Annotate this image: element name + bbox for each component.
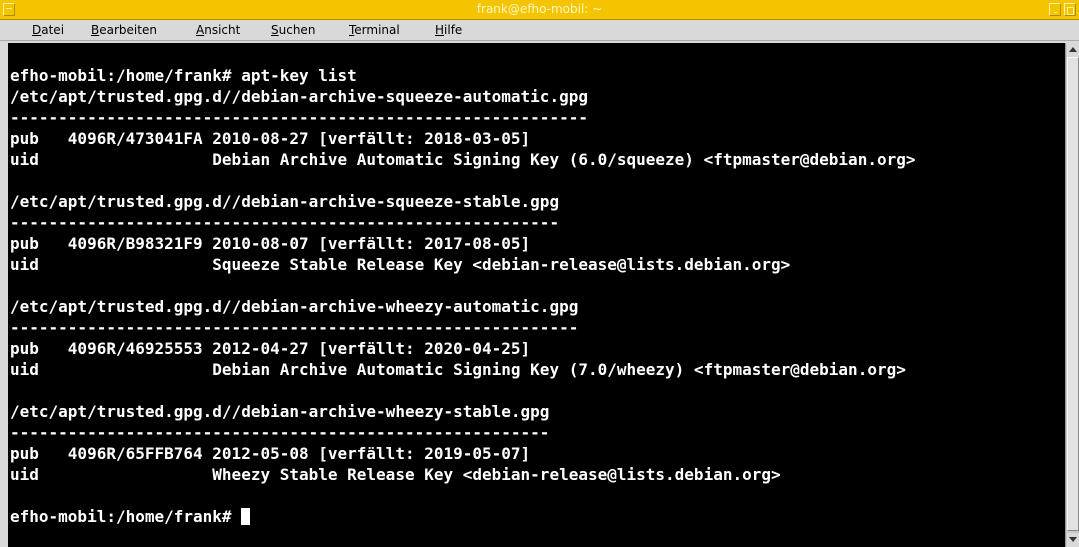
menu-ansicht[interactable]: Ansicht bbox=[196, 23, 240, 37]
maximize-button[interactable] bbox=[1064, 3, 1076, 16]
terminal-line: uid Debian Archive Automatic Signing Key… bbox=[10, 360, 906, 379]
menu-ansicht-mnemonic: A bbox=[196, 23, 205, 37]
terminal-line: uid Debian Archive Automatic Signing Key… bbox=[10, 150, 916, 169]
terminal-line: ----------------------------------------… bbox=[10, 213, 560, 232]
menu-hilfe[interactable]: Hilfe bbox=[435, 23, 462, 37]
minimize-button[interactable] bbox=[1049, 3, 1061, 16]
arrow-down-icon bbox=[1069, 537, 1077, 542]
terminal-line: ----------------------------------------… bbox=[10, 108, 588, 127]
terminal-prompt-line: efho-mobil:/home/frank# bbox=[10, 506, 251, 527]
terminal-prompt: efho-mobil:/home/frank# bbox=[10, 507, 242, 526]
terminal-line: /etc/apt/trusted.gpg.d//debian-archive-w… bbox=[10, 297, 579, 316]
menu-suchen-label: uchen bbox=[278, 23, 316, 37]
maximize-icon bbox=[1067, 7, 1074, 15]
scrollbar-thumb[interactable] bbox=[1067, 57, 1079, 531]
arrow-up-icon bbox=[1069, 47, 1077, 52]
menu-hilfe-mnemonic: H bbox=[435, 23, 445, 37]
terminal-line: /etc/apt/trusted.gpg.d//debian-archive-w… bbox=[10, 402, 550, 421]
menu-terminal-label: erminal bbox=[354, 23, 400, 37]
window-title: frank@efho-mobil: ~ bbox=[476, 2, 603, 16]
terminal-line: /etc/apt/trusted.gpg.d//debian-archive-s… bbox=[10, 192, 560, 211]
terminal-line: /etc/apt/trusted.gpg.d//debian-archive-s… bbox=[10, 87, 588, 106]
text-cursor bbox=[241, 508, 251, 525]
menu-ansicht-label: nsicht bbox=[204, 23, 241, 37]
scroll-up-button[interactable] bbox=[1067, 43, 1079, 57]
terminal-line: pub 4096R/65FFB764 2012-05-08 [verfällt:… bbox=[10, 444, 531, 463]
terminal-line: pub 4096R/B98321F9 2010-08-07 [verfällt:… bbox=[10, 234, 531, 253]
terminal-line: uid Squeeze Stable Release Key <debian-r… bbox=[10, 255, 791, 274]
scroll-down-button[interactable] bbox=[1067, 533, 1079, 547]
title-bar[interactable]: frank@efho-mobil: ~ bbox=[0, 0, 1079, 20]
menu-terminal[interactable]: Terminal bbox=[349, 23, 400, 37]
menu-hilfe-label: ilfe bbox=[444, 23, 463, 37]
terminal-line: uid Wheezy Stable Release Key <debian-re… bbox=[10, 465, 781, 484]
menu-bearbeiten[interactable]: Bearbeiten bbox=[91, 23, 157, 37]
terminal-line: pub 4096R/46925553 2012-04-27 [verfällt:… bbox=[10, 339, 531, 358]
minimize-icon bbox=[1054, 12, 1057, 15]
terminal-output[interactable]: efho-mobil:/home/frank# apt-key list /et… bbox=[8, 43, 1065, 547]
terminal-line: pub 4096R/473041FA 2010-08-27 [verfällt:… bbox=[10, 129, 531, 148]
menu-suchen[interactable]: Suchen bbox=[271, 23, 315, 37]
menu-bar: Datei Bearbeiten Ansicht Suchen Terminal… bbox=[0, 20, 1079, 41]
vertical-scrollbar[interactable] bbox=[1065, 43, 1079, 547]
menu-datei[interactable]: Datei bbox=[32, 23, 64, 37]
menu-bearbeiten-label: earbeiten bbox=[99, 23, 157, 37]
menu-suchen-mnemonic: S bbox=[271, 23, 279, 37]
menu-bearbeiten-mnemonic: B bbox=[91, 23, 100, 37]
menu-datei-mnemonic: D bbox=[32, 23, 42, 37]
terminal-line: efho-mobil:/home/frank# apt-key list bbox=[10, 66, 357, 85]
terminal-line: ----------------------------------------… bbox=[10, 318, 579, 337]
menu-datei-label: atei bbox=[41, 23, 65, 37]
terminal-line: ----------------------------------------… bbox=[10, 423, 550, 442]
